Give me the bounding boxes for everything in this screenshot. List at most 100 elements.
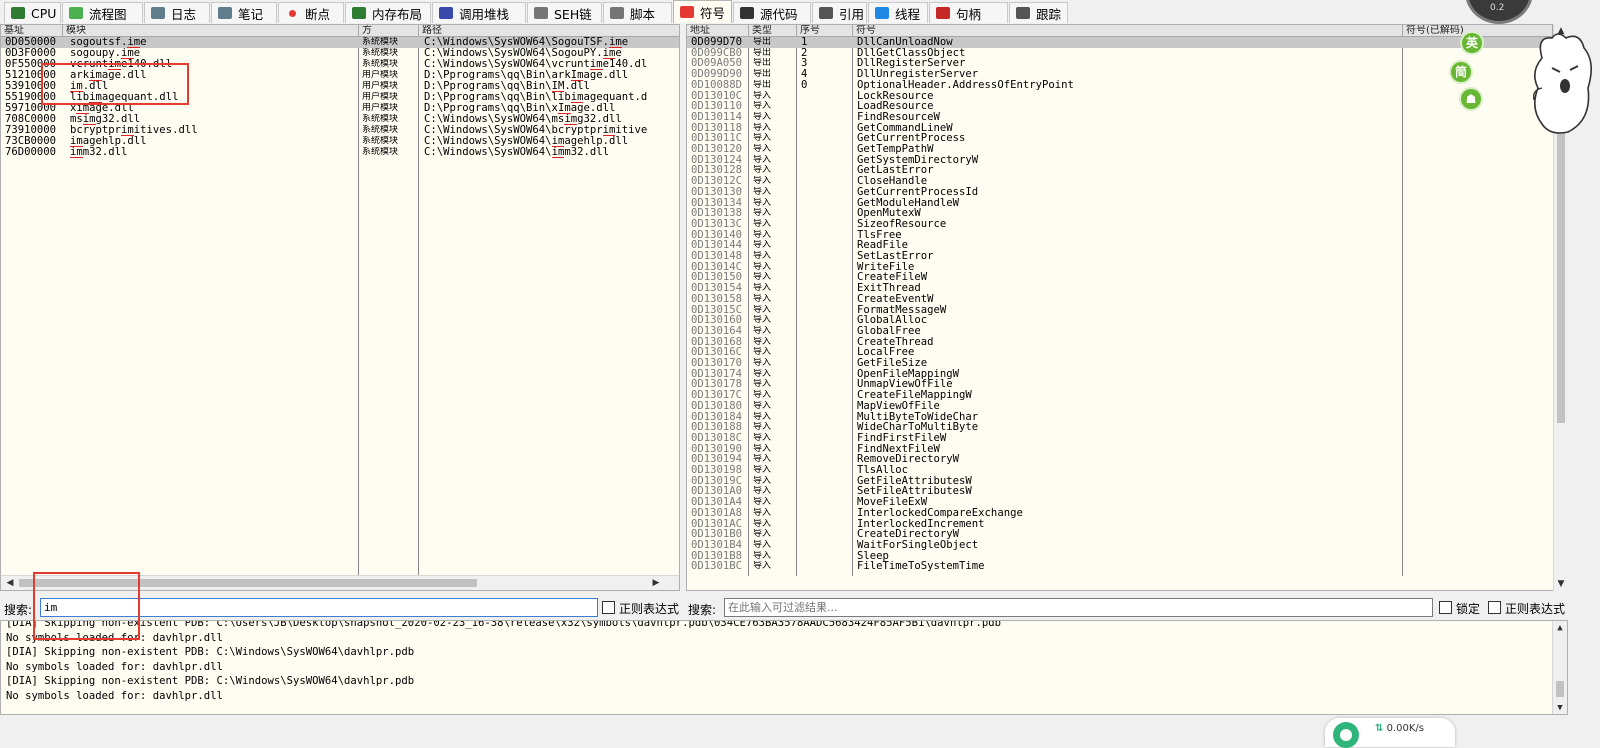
- symbol-row[interactable]: 0D130128 导入 GetLastError: [687, 165, 1567, 176]
- column-header-symbol[interactable]: 符号: [853, 25, 1403, 37]
- symbol-row[interactable]: 0D1301B8 导入 Sleep: [687, 551, 1567, 562]
- symbol-row[interactable]: 0D130114 导入 FindResourceW: [687, 112, 1567, 123]
- column-header-ordinal[interactable]: 序号: [797, 25, 853, 37]
- module-row[interactable]: 55190000 libimagequant.dll 用户模块 D:\Pprogram…: [1, 92, 679, 103]
- symbol-row[interactable]: 0D130138 导入 OpenMutexW: [687, 208, 1567, 219]
- tab-references[interactable]: 引用: [812, 2, 867, 23]
- scroll-down-arrow[interactable]: ▼: [1553, 701, 1567, 714]
- scroll-right-arrow[interactable]: ▶: [649, 576, 663, 590]
- symbol-row[interactable]: 0D130174 导入 OpenFileMappingW: [687, 369, 1567, 380]
- module-row[interactable]: 59710000 ximage.dll 用户模块 D:\Pprograms\qq\Bi…: [1, 103, 679, 114]
- tab-log[interactable]: 日志: [144, 2, 210, 23]
- symbol-row[interactable]: 0D130158 导入 CreateEventW: [687, 294, 1567, 305]
- symbol-row[interactable]: 0D130144 导入 ReadFile: [687, 240, 1567, 251]
- symbol-row[interactable]: 0D1301A8 导入 InterlockedCompareExchange: [687, 508, 1567, 519]
- symbol-row[interactable]: 0D13012C 导入 CloseHandle: [687, 176, 1567, 187]
- symbol-row[interactable]: 0D13013C 导入 SizeofResource: [687, 219, 1567, 230]
- scroll-down-arrow[interactable]: ▼: [1554, 577, 1568, 591]
- scroll-up-arrow[interactable]: ▲: [1553, 621, 1567, 635]
- symbol-row[interactable]: 0D130188 导入 WideCharToMultiByte: [687, 422, 1567, 433]
- module-row[interactable]: 0D3F0000 sogoupy.ime 系统模块 C:\Windows\SysWOW…: [1, 48, 679, 59]
- column-header-path[interactable]: 路径: [419, 25, 679, 37]
- symbol-row[interactable]: 0D099CB0 导出 2 DllGetClassObject: [687, 48, 1567, 59]
- symbol-row[interactable]: 0D130134 导入 GetModuleHandleW: [687, 198, 1567, 209]
- module-row[interactable]: 53910000 im.dll 用户模块 D:\Pprograms\qq\Bin\IM…: [1, 81, 679, 92]
- symbol-row[interactable]: 0D130118 导入 GetCommandLineW: [687, 123, 1567, 134]
- tab-notes[interactable]: 笔记: [211, 2, 277, 23]
- module-row[interactable]: 0F550000 vcruntime140.dll 系统模块 C:\Windows\S…: [1, 59, 679, 70]
- symbol-row[interactable]: 0D1301AC 导入 InterlockedIncrement: [687, 519, 1567, 530]
- network-speed-widget[interactable]: ⇅ 0.00K/s: [1325, 718, 1455, 748]
- symbol-row[interactable]: 0D1301BC 导入 FileTimeToSystemTime: [687, 561, 1567, 572]
- lock-checkbox[interactable]: [1439, 601, 1452, 614]
- tab-source-code[interactable]: 源代码: [733, 2, 811, 23]
- ime-english-button[interactable]: 英: [1462, 33, 1482, 53]
- symbol-row[interactable]: 0D13017C 导入 CreateFileMappingW: [687, 390, 1567, 401]
- modules-regex-checkbox[interactable]: [602, 601, 615, 614]
- symbol-row[interactable]: 0D13011C 导入 GetCurrentProcess: [687, 133, 1567, 144]
- column-header-address[interactable]: 地址: [687, 25, 749, 37]
- symbol-row[interactable]: 0D130164 导入 GlobalFree: [687, 326, 1567, 337]
- column-header-type[interactable]: 类型: [749, 25, 797, 37]
- tab-tree[interactable]: 流程图: [62, 2, 143, 23]
- symbol-row[interactable]: 0D130154 导入 ExitThread: [687, 283, 1567, 294]
- symbol-row[interactable]: 0D130198 导入 TlsAlloc: [687, 465, 1567, 476]
- symbol-row[interactable]: 0D13010C 导入 LockResource: [687, 91, 1567, 102]
- symbol-row[interactable]: 0D1301A0 导入 SetFileAttributesW: [687, 486, 1567, 497]
- symbol-row[interactable]: 0D130180 导入 MapViewOfFile: [687, 401, 1567, 412]
- tab-script[interactable]: 脚本: [603, 2, 672, 23]
- symbol-row[interactable]: 0D099D90 导出 4 DllUnregisterServer: [687, 69, 1567, 80]
- symbol-row[interactable]: 0D09A050 导出 3 DllRegisterServer: [687, 58, 1567, 69]
- symbol-row[interactable]: 0D099D70 导出 1 DllCanUnloadNow: [687, 37, 1567, 48]
- symbol-row[interactable]: 0D130168 导入 CreateThread: [687, 337, 1567, 348]
- tab-call-stack[interactable]: 调用堆栈: [432, 2, 526, 23]
- symbol-row[interactable]: 0D130160 导入 GlobalAlloc: [687, 315, 1567, 326]
- symbol-row[interactable]: 0D13015C 导入 FormatMessageW: [687, 305, 1567, 316]
- symbol-row[interactable]: 0D130184 导入 MultiByteToWideChar: [687, 412, 1567, 423]
- tab-memory-map[interactable]: 内存布局: [345, 2, 431, 23]
- ime-simplified-button[interactable]: 简: [1451, 62, 1471, 82]
- symbol-row[interactable]: 0D130178 导入 UnmapViewOfFile: [687, 379, 1567, 390]
- module-row[interactable]: 76D00000 imm32.dll 系统模块 C:\Windows\SysWOW64…: [1, 147, 679, 158]
- modules-search-input[interactable]: [40, 598, 598, 617]
- column-header-base[interactable]: 基址: [1, 25, 63, 37]
- symbol-row[interactable]: 0D1301B4 导入 WaitForSingleObject: [687, 540, 1567, 551]
- symbols-search-input[interactable]: [724, 598, 1433, 617]
- scroll-thumb[interactable]: [1556, 681, 1564, 697]
- symbol-row[interactable]: 0D10088D 导出 0 OptionalHeader.AddressOfEntry…: [687, 80, 1567, 91]
- symbols-regex-checkbox[interactable]: [1488, 601, 1501, 614]
- scroll-left-arrow[interactable]: ◀: [3, 576, 17, 590]
- ime-skin-button[interactable]: ☗: [1461, 89, 1481, 109]
- symbol-row[interactable]: 0D13016C 导入 LocalFree: [687, 347, 1567, 358]
- symbol-row[interactable]: 0D130124 导入 GetSystemDirectoryW: [687, 155, 1567, 166]
- symbol-row[interactable]: 0D1301A4 导入 MoveFileExW: [687, 497, 1567, 508]
- modules-horizontal-scrollbar[interactable]: ◀ ▶: [1, 575, 679, 590]
- tab-handles[interactable]: 句柄: [929, 2, 1008, 23]
- tab-breakpoint[interactable]: 断点: [278, 2, 344, 23]
- tab-threads[interactable]: 线程: [868, 2, 928, 23]
- tab-trace[interactable]: 跟踪: [1009, 2, 1068, 23]
- symbol-row[interactable]: 0D130140 导入 TlsFree: [687, 230, 1567, 241]
- symbol-row[interactable]: 0D13019C 导入 GetFileAttributesW: [687, 476, 1567, 487]
- module-row[interactable]: 73910000 bcryptprimitives.dll 系统模块 C:\Windo…: [1, 125, 679, 136]
- symbol-row[interactable]: 0D130130 导入 GetCurrentProcessId: [687, 187, 1567, 198]
- symbol-row[interactable]: 0D1301B0 导入 CreateDirectoryW: [687, 529, 1567, 540]
- symbol-row[interactable]: 0D130194 导入 RemoveDirectoryW: [687, 454, 1567, 465]
- module-row[interactable]: 73CB0000 imagehlp.dll 系统模块 C:\Windows\SysWO…: [1, 136, 679, 147]
- symbol-row[interactable]: 0D130110 导入 LoadResource: [687, 101, 1567, 112]
- symbol-row[interactable]: 0D13018C 导入 FindFirstFileW: [687, 433, 1567, 444]
- column-header-party[interactable]: 方: [359, 25, 419, 37]
- scroll-thumb[interactable]: [19, 579, 477, 587]
- symbol-row[interactable]: 0D13014C 导入 WriteFile: [687, 262, 1567, 273]
- tab-cpu[interactable]: CPU: [4, 2, 61, 23]
- symbol-row[interactable]: 0D130190 导入 FindNextFileW: [687, 444, 1567, 455]
- tab-seh-chain[interactable]: SEH链: [527, 2, 602, 23]
- module-row[interactable]: 0D050000 sogoutsf.ime 系统模块 C:\Windows\SysWO…: [1, 37, 679, 48]
- symbol-row[interactable]: 0D130120 导入 GetTempPathW: [687, 144, 1567, 155]
- tab-symbols[interactable]: 符号: [673, 0, 732, 23]
- log-vertical-scrollbar[interactable]: ▲ ▼: [1552, 621, 1567, 714]
- symbol-row[interactable]: 0D130150 导入 CreateFileW: [687, 272, 1567, 283]
- module-row[interactable]: 51210000 arkimage.dll 用户模块 D:\Pprograms\qq\…: [1, 70, 679, 81]
- symbol-row[interactable]: 0D130170 导入 GetFileSize: [687, 358, 1567, 369]
- symbol-row[interactable]: 0D130148 导入 SetLastError: [687, 251, 1567, 262]
